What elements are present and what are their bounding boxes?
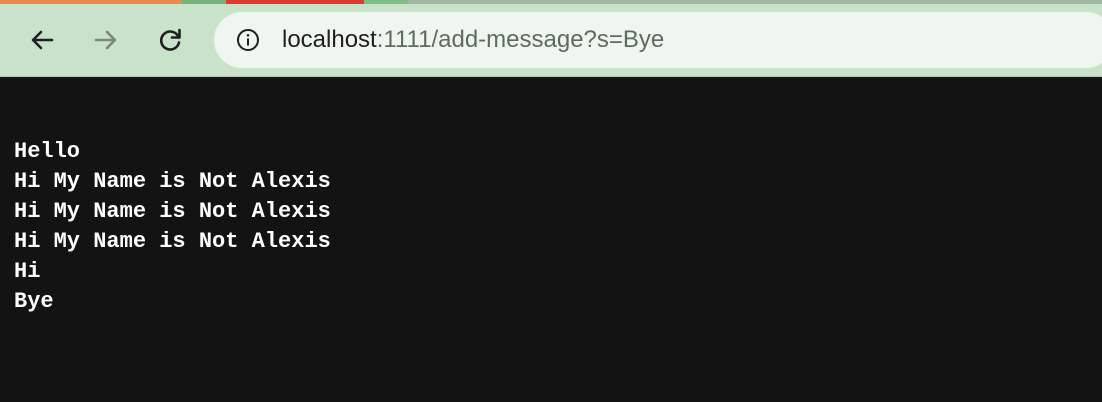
reload-icon xyxy=(159,28,181,51)
tab-group-indicator-green[interactable] xyxy=(182,0,226,4)
message-line: Hi My Name is Not Alexis xyxy=(14,199,331,224)
tab-group-indicator-green-2[interactable] xyxy=(364,0,408,4)
message-line: Bye xyxy=(14,289,54,314)
message-line: Hi My Name is Not Alexis xyxy=(14,169,331,194)
reload-button[interactable] xyxy=(152,22,188,58)
address-host: localhost xyxy=(282,26,377,53)
back-button[interactable] xyxy=(24,22,60,58)
message-line: Hi My Name is Not Alexis xyxy=(14,229,331,254)
arrow-right-icon xyxy=(94,30,117,50)
message-list: Hello Hi My Name is Not Alexis Hi My Nam… xyxy=(14,137,331,317)
address-url[interactable]: localhost:1111/add-message?s=Bye xyxy=(282,26,664,54)
message-line: Hello xyxy=(14,139,81,164)
tab-group-indicator-orange[interactable] xyxy=(0,0,182,4)
info-circle-icon[interactable] xyxy=(236,28,260,52)
arrow-left-icon xyxy=(31,30,54,50)
forward-button[interactable] xyxy=(88,22,124,58)
tab-group-indicator-red[interactable] xyxy=(226,0,364,4)
browser-toolbar: localhost:1111/add-message?s=Bye xyxy=(0,0,1102,77)
message-line: Hi xyxy=(14,259,41,284)
address-path: :1111/add-message?s=Bye xyxy=(376,26,665,53)
page-content: Hello Hi My Name is Not Alexis Hi My Nam… xyxy=(0,77,1102,402)
tab-strip xyxy=(0,0,1102,4)
address-bar[interactable]: localhost:1111/add-message?s=Bye xyxy=(214,12,1102,68)
